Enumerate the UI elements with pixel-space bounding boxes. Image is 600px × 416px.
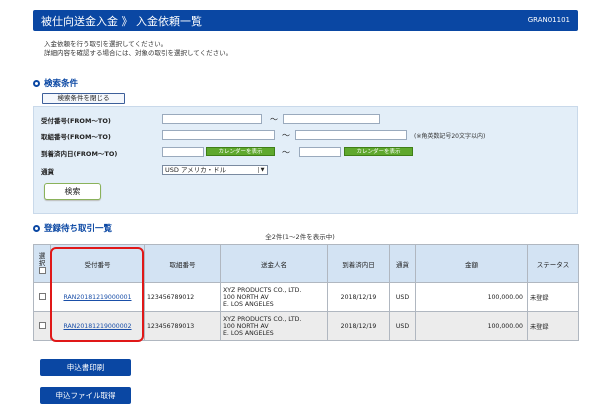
receipt-to-input[interactable] [283,114,380,124]
arrival-to-input[interactable] [299,147,341,157]
result-count: 全2件(1〜2件を表示中) [265,233,335,241]
remitter-cell: XYZ PRODUCTS CO., LTD. 100 NORTH AV E. L… [220,311,328,341]
search-section-heading: 検索条件 [33,77,78,89]
receipt-cell: RAN20181219000002 [50,311,145,341]
remitter-line: XYZ PRODUCTS CO., LTD. [223,315,302,323]
close-search-button[interactable]: 検索条件を閉じる [42,93,125,104]
currency-cell: USD [389,282,416,312]
search-section-title: 検索条件 [44,79,79,89]
table-row: RAN20181219000001 123456789012 XYZ PRODU… [33,282,579,312]
transaction-to-input[interactable] [295,130,407,140]
status-cell: 未登録 [527,311,579,341]
download-application-file-button[interactable]: 申込ファイル取得 [40,387,131,404]
amount-cell: 100,000.00 [415,282,528,312]
select-header-label: 選択 [38,251,46,267]
receipt-link[interactable]: RAN20181219000002 [63,323,131,330]
row-select-cell [33,282,51,312]
row-select-cell [33,311,51,341]
page-description: 入金依頼を行う取引を選択してください。 詳細内容を確認する場合には、対象の取引を… [44,40,232,58]
currency-selected-value: USD アメリカ・ドル [165,166,227,174]
currency-select[interactable]: USD アメリカ・ドル ▼ [162,165,268,175]
transaction-range-label: 取組番号(FROM〜TO) [41,133,111,141]
arrival-from-calendar-button[interactable]: カレンダーを表示 [206,147,275,156]
page-header: 被仕向送金入金 》 入金依頼一覧 GRAN01101 [33,10,578,31]
remitter-line: E. LOS ANGELES [223,329,274,337]
column-header-remitter: 送金人名 [220,244,328,283]
arrival-to-calendar-button[interactable]: カレンダーを表示 [344,147,413,156]
receipt-link[interactable]: RAN20181219000001 [63,294,131,301]
arrival-cell: 2018/12/19 [327,282,390,312]
column-header-select: 選択 [33,244,51,283]
transaction-cell: 123456789013 [144,311,221,341]
column-header-currency: 通貨 [389,244,416,283]
transaction-from-input[interactable] [162,130,275,140]
column-header-status: ステータス [527,244,579,283]
table-row: RAN20181219000002 123456789013 XYZ PRODU… [33,311,579,341]
row-checkbox[interactable] [38,322,46,330]
description-line: 入金依頼を行う取引を選択してください。 [44,40,168,48]
remitter-cell: XYZ PRODUCTS CO., LTD. 100 NORTH AV E. L… [220,282,328,312]
column-header-arrival: 到着済内日 [327,244,390,283]
screen-code: GRAN01101 [527,16,570,24]
arrival-cell: 2018/12/19 [327,311,390,341]
transaction-range-tilde: 〜 [282,131,290,140]
column-header-transaction: 取組番号 [144,244,221,283]
remitter-line: 100 NORTH AV [223,293,269,301]
chevron-down-icon: ▼ [258,167,266,173]
receipt-range-label: 受付番号(FROM〜TO) [41,117,111,125]
page-title: 被仕向送金入金 》 入金依頼一覧 [41,15,202,28]
section-bullet-icon [33,79,40,87]
transaction-input-note: (※角英数記号20文字以内) [414,133,486,140]
select-all-checkbox[interactable] [38,267,46,274]
receipt-from-input[interactable] [162,114,262,124]
search-button[interactable]: 検索 [44,183,101,200]
pending-transactions-table: 選択 受付番号 取組番号 送金人名 到着済内日 通貨 金額 ステータス RAN2… [33,244,579,341]
remitter-line: E. LOS ANGELES [223,300,274,308]
arrival-from-input[interactable] [162,147,204,157]
column-header-amount: 金額 [415,244,528,283]
status-cell: 未登録 [527,282,579,312]
transaction-cell: 123456789012 [144,282,221,312]
arrival-range-tilde: 〜 [282,148,290,157]
description-line: 詳細内容を確認する場合には、対象の取引を選択してください。 [44,49,233,57]
print-application-button[interactable]: 申込書印刷 [40,359,131,376]
column-header-receipt: 受付番号 [50,244,145,283]
receipt-cell: RAN20181219000001 [50,282,145,312]
currency-cell: USD [389,311,416,341]
amount-cell: 100,000.00 [415,311,528,341]
row-checkbox[interactable] [38,293,46,301]
remitter-line: 100 NORTH AV [223,322,269,330]
remitter-line: XYZ PRODUCTS CO., LTD. [223,286,302,294]
arrival-date-range-label: 到着済内日(FROM〜TO) [41,150,118,158]
table-header-row: 選択 受付番号 取組番号 送金人名 到着済内日 通貨 金額 ステータス [33,244,579,283]
receipt-range-tilde: 〜 [270,115,278,124]
currency-label: 通貨 [41,168,54,176]
